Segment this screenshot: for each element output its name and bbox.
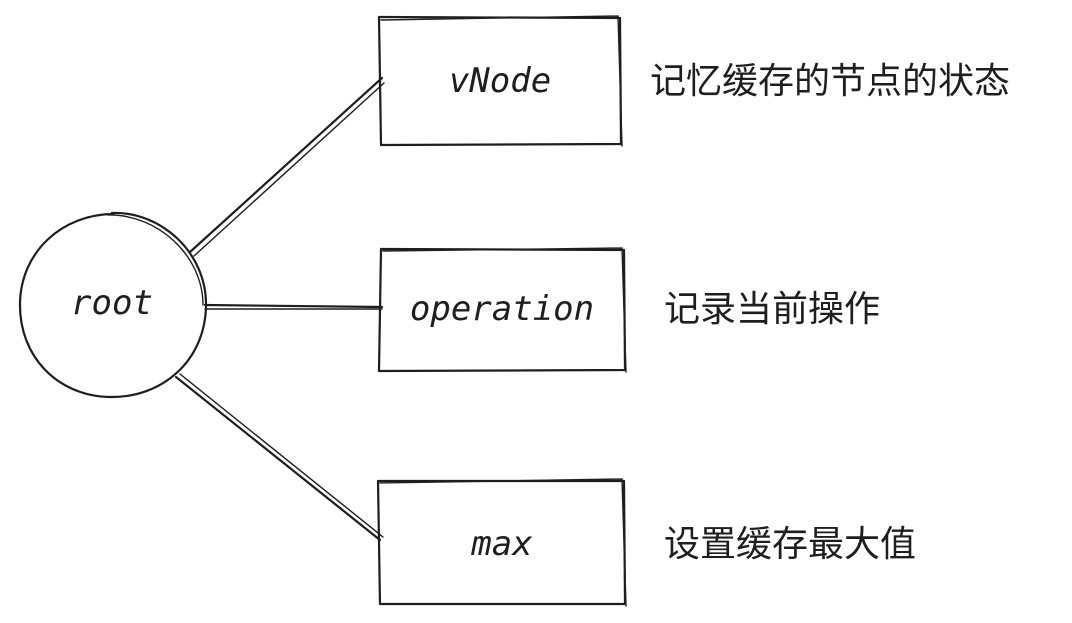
operation-node[interactable]: operation <box>377 247 627 373</box>
edge-root-max <box>174 373 384 542</box>
edge-root-vnode <box>188 76 385 257</box>
vnode-note: 记忆缓存的节点的状态 <box>650 61 1010 102</box>
max-label: max <box>470 524 533 564</box>
max-node[interactable]: max <box>376 478 627 607</box>
vnode-node[interactable]: vNode <box>377 15 623 147</box>
max-note: 设置缓存最大值 <box>664 524 916 565</box>
operation-label: operation <box>410 289 594 329</box>
vnode-label: vNode <box>449 61 551 101</box>
operation-note: 记录当前操作 <box>664 289 880 330</box>
diagram-canvas: root vNode 记忆缓存的节点的状态 operation 记录当前操作 m… <box>18 15 1010 607</box>
root-node[interactable]: root <box>18 211 208 399</box>
edge-root-operation <box>203 303 384 310</box>
root-label: root <box>71 283 153 323</box>
